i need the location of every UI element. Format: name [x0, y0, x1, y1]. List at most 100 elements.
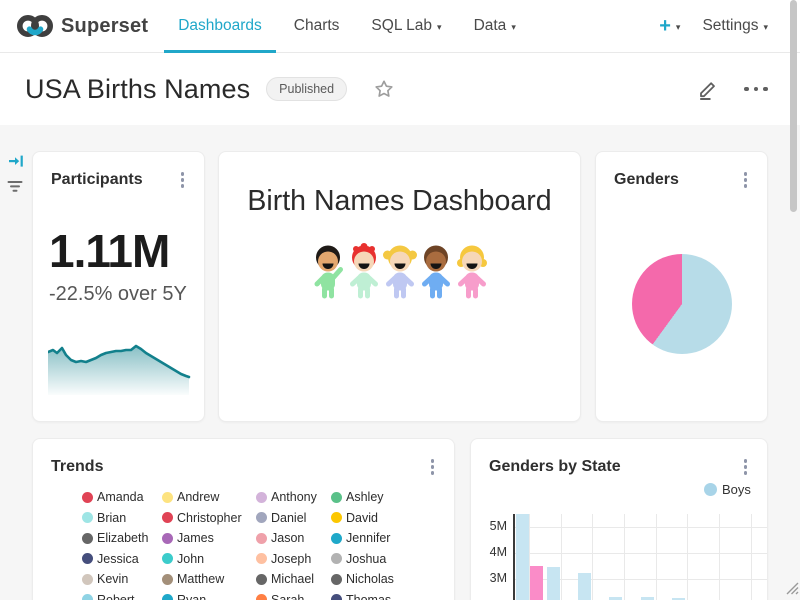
legend-item[interactable]: Daniel — [256, 511, 331, 525]
y-axis-tick: 3M — [477, 571, 507, 585]
kid-figure — [452, 242, 492, 304]
legend-item[interactable]: Sarah — [256, 593, 331, 600]
trends-legend: Amanda Andrew Anthony Ashley — [82, 490, 417, 600]
chart-menu-button[interactable] — [429, 459, 437, 477]
legend-dot-icon — [256, 574, 267, 585]
filters-icon[interactable] — [6, 179, 24, 199]
resize-handle[interactable] — [785, 581, 799, 600]
nav-menu-sql-lab[interactable]: SQL Lab ▾ — [355, 0, 457, 53]
superset-app: Superset Dashboards Charts SQL Lab ▾ Dat… — [0, 0, 800, 600]
legend-dot-icon — [256, 533, 267, 544]
nav-tab-charts[interactable]: Charts — [278, 0, 356, 53]
legend-dot-icon — [82, 492, 93, 503]
resize-grip-icon — [785, 581, 799, 595]
header-actions — [696, 77, 771, 101]
legend-dot-icon — [162, 553, 173, 564]
legend-item[interactable]: Thomas — [331, 593, 417, 600]
legend-item[interactable]: David — [331, 511, 417, 525]
legend-item[interactable]: Jessica — [82, 552, 162, 566]
legend-item[interactable]: Joseph — [256, 552, 331, 566]
chart-title: Genders — [614, 171, 679, 189]
gridline — [624, 514, 625, 600]
legend-item[interactable]: Brian — [82, 511, 162, 525]
children-illustration — [219, 242, 580, 304]
legend-item[interactable]: Andrew — [162, 490, 256, 504]
edit-dashboard-button[interactable] — [696, 77, 720, 101]
legend-item[interactable]: John — [162, 552, 256, 566]
ellipsis-icon — [744, 87, 749, 92]
legend-dot-icon — [331, 533, 342, 544]
legend-item[interactable]: Robert — [82, 593, 162, 600]
legend-dot-icon — [162, 574, 173, 585]
kid-figure — [380, 242, 420, 304]
chart-menu-button[interactable] — [742, 172, 750, 190]
new-item-button[interactable]: + ▾ — [649, 16, 690, 36]
gridline — [561, 514, 562, 600]
legend-item[interactable]: Ashley — [331, 490, 417, 504]
superset-logo[interactable]: Superset — [14, 11, 148, 41]
expand-filter-bar-button[interactable] — [8, 153, 24, 174]
bar-boys[interactable] — [516, 514, 529, 600]
legend-item[interactable]: Anthony — [256, 490, 331, 504]
kid-figure — [308, 242, 348, 304]
bar-girls[interactable] — [530, 566, 543, 600]
legend-item[interactable]: Matthew — [162, 572, 256, 586]
legend-dot-icon — [162, 533, 173, 544]
chart-menu-button[interactable] — [742, 459, 750, 477]
legend-dot-icon — [82, 594, 93, 600]
settings-menu[interactable]: Settings ▾ — [698, 17, 772, 35]
gridline — [656, 514, 657, 600]
legend-item[interactable]: Ryan — [162, 593, 256, 600]
genders-by-state-bar-chart[interactable] — [513, 514, 767, 600]
gridline — [751, 514, 752, 600]
participants-sparkline-chart — [48, 329, 192, 397]
caret-down-icon: ▾ — [763, 22, 768, 33]
favorite-button[interactable] — [373, 78, 395, 100]
more-actions-button[interactable] — [742, 87, 771, 92]
legend-item[interactable]: Jennifer — [331, 531, 417, 545]
funnel-lines-icon — [6, 179, 24, 194]
plus-icon: + — [659, 16, 671, 36]
navbar-right: + ▾ Settings ▾ — [649, 16, 800, 36]
legend-dot-icon — [331, 574, 342, 585]
bar-boys[interactable] — [547, 567, 560, 600]
dashboard-title: USA Births Names — [25, 74, 250, 105]
legend-dot-icon — [162, 492, 173, 503]
trends-card: Trends Amanda Andrew Anthony — [32, 438, 455, 600]
bar-boys[interactable] — [578, 573, 591, 600]
published-badge[interactable]: Published — [266, 77, 347, 101]
legend-item[interactable]: Jason — [256, 531, 331, 545]
legend-dot-icon — [256, 553, 267, 564]
dashboard-header: USA Births Names Published — [0, 53, 800, 125]
genders-pie-chart[interactable] — [632, 254, 732, 354]
legend-item[interactable]: Michael — [256, 572, 331, 586]
gridline — [592, 514, 593, 600]
legend-item[interactable]: Nicholas — [331, 572, 417, 586]
markdown-heading: Birth Names Dashboard — [219, 185, 580, 218]
legend-item[interactable]: James — [162, 531, 256, 545]
chart-title: Participants — [51, 171, 143, 189]
legend-item[interactable]: Amanda — [82, 490, 162, 504]
legend-dot-icon — [82, 574, 93, 585]
legend-dot-icon — [256, 492, 267, 503]
superset-logo-icon — [14, 11, 56, 41]
markdown-card: Birth Names Dashboard — [218, 151, 581, 422]
chart-menu-button[interactable] — [179, 172, 187, 190]
legend-item[interactable]: Joshua — [331, 552, 417, 566]
gridline — [687, 514, 688, 600]
nav-tab-dashboards[interactable]: Dashboards — [162, 0, 278, 53]
vertical-scrollbar[interactable] — [790, 0, 797, 212]
legend-item[interactable]: Kevin — [82, 572, 162, 586]
legend-dot-icon — [82, 512, 93, 523]
gridline — [719, 514, 720, 600]
legend-item[interactable]: Christopher — [162, 511, 256, 525]
top-navbar: Superset Dashboards Charts SQL Lab ▾ Dat… — [0, 0, 800, 53]
legend-item-boys[interactable]: Boys — [704, 482, 751, 497]
nav-menu-data[interactable]: Data ▾ — [458, 0, 532, 53]
kid-figure — [344, 242, 384, 304]
legend-dot-icon — [256, 594, 267, 600]
legend-dot-icon — [331, 594, 342, 600]
legend-dot-icon — [704, 483, 717, 496]
legend-dot-icon — [331, 512, 342, 523]
legend-item[interactable]: Elizabeth — [82, 531, 162, 545]
